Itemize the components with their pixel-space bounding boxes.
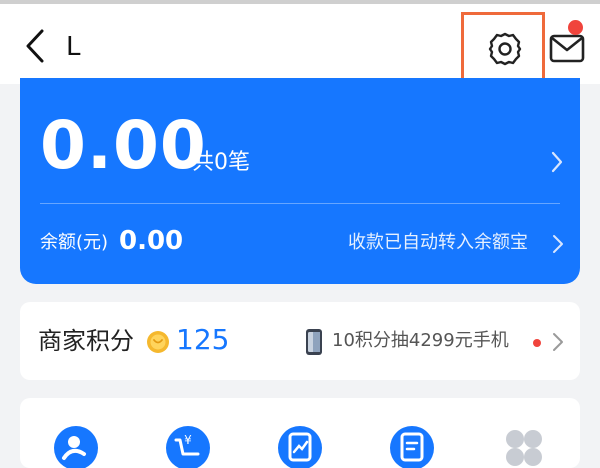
chevron-right-icon[interactable] [552, 332, 564, 352]
points-label: 商家积分 [38, 327, 134, 355]
back-button[interactable] [22, 28, 48, 64]
card-divider [40, 203, 560, 204]
auto-transfer-link[interactable]: 收款已自动转入余额宝 [348, 230, 528, 256]
cart-icon[interactable]: ¥ [164, 424, 212, 468]
chevron-right-icon[interactable] [552, 234, 564, 254]
svg-text:¥: ¥ [184, 433, 192, 447]
mail-icon[interactable] [548, 30, 586, 66]
phone-icon [306, 329, 322, 355]
balance-value: 0.00 [119, 226, 184, 256]
merchant-points-card[interactable]: 商家积分 125 10积分抽4299元手机 [20, 302, 580, 380]
transaction-count: 共0笔 [192, 150, 250, 175]
document-icon[interactable] [388, 424, 436, 468]
coin-icon [147, 331, 169, 353]
page-title: L [66, 32, 81, 62]
chevron-right-icon[interactable] [550, 150, 564, 174]
services-menu: ¥ [20, 398, 580, 468]
promo-text[interactable]: 10积分抽4299元手机 [332, 328, 509, 354]
more-grid-icon[interactable] [500, 424, 548, 468]
mail-notification-badge [568, 20, 583, 35]
income-amount: 0.00 [40, 107, 207, 184]
balance-card[interactable]: 0.00 共0笔 余额(元) 0.00 收款已自动转入余额宝 [20, 78, 580, 284]
chart-icon[interactable] [276, 424, 324, 468]
gear-icon[interactable] [486, 30, 524, 68]
points-value: 125 [176, 323, 230, 356]
person-icon[interactable] [52, 424, 100, 468]
top-bar: L [0, 0, 600, 86]
promo-dot [533, 339, 541, 347]
balance-label: 余额(元) [40, 232, 109, 253]
